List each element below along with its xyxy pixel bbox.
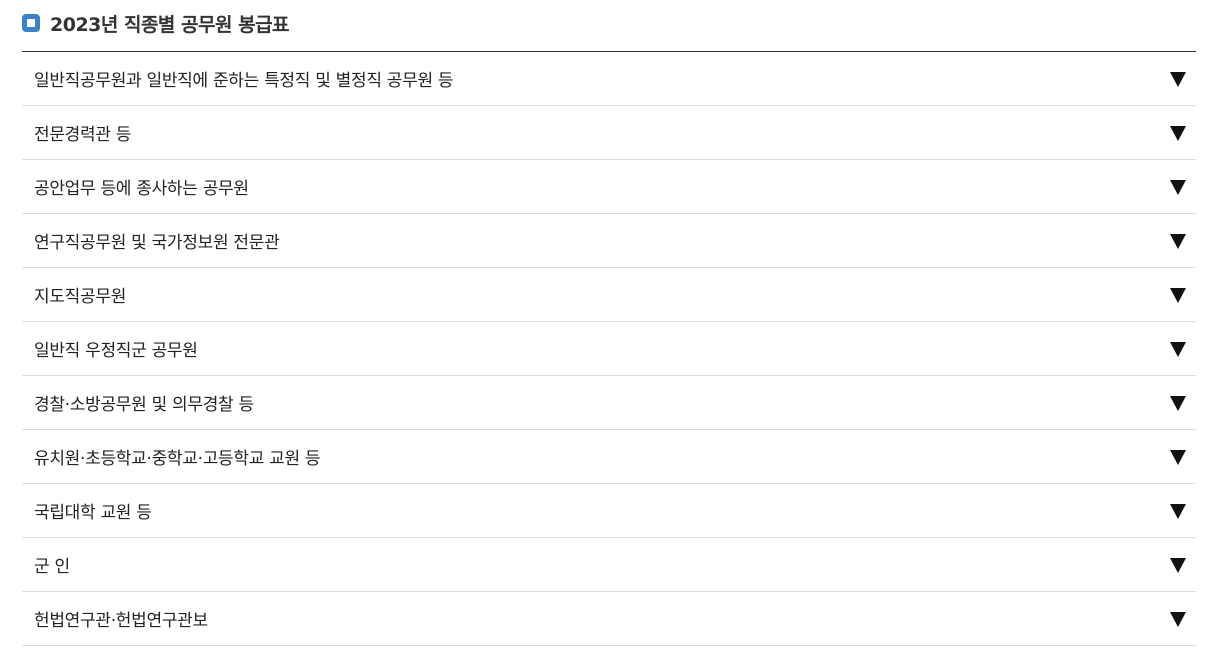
accordion-item-military[interactable]: 군 인 [22,538,1196,592]
triangle-down-icon[interactable] [1170,342,1186,357]
triangle-down-icon[interactable] [1170,396,1186,411]
accordion-item-general-civil-servants[interactable]: 일반직공무원과 일반직에 준하는 특정직 및 별정직 공무원 등 [22,52,1196,106]
page-title: 2023년 직종별 공무원 봉급표 [50,13,290,36]
accordion-item-police-fire[interactable]: 경찰·소방공무원 및 의무경찰 등 [22,376,1196,430]
accordion-item-professional-careers[interactable]: 전문경력관 등 [22,106,1196,160]
triangle-down-icon[interactable] [1170,612,1186,627]
triangle-down-icon[interactable] [1170,450,1186,465]
accordion-item-label: 전문경력관 등 [34,125,132,145]
accordion-item-research-officials[interactable]: 연구직공무원 및 국가정보원 전문관 [22,214,1196,268]
accordion-item-label: 지도직공무원 [34,287,127,307]
square-bullet-icon [22,14,40,32]
accordion-item-label: 공안업무 등에 종사하는 공무원 [34,179,249,199]
accordion-item-guidance-officials[interactable]: 지도직공무원 [22,268,1196,322]
accordion-item-postal-officials[interactable]: 일반직 우정직군 공무원 [22,322,1196,376]
accordion-item-university-faculty[interactable]: 국립대학 교원 등 [22,484,1196,538]
accordion-item-label: 헌법연구관·헌법연구관보 [34,611,208,631]
triangle-down-icon[interactable] [1170,180,1186,195]
salary-table-accordion: 일반직공무원과 일반직에 준하는 특정직 및 별정직 공무원 등 전문경력관 등… [22,51,1196,646]
accordion-item-label: 일반직 우정직군 공무원 [34,341,198,361]
triangle-down-icon[interactable] [1170,126,1186,141]
accordion-item-label: 유치원·초등학교·중학교·고등학교 교원 등 [34,449,321,469]
triangle-down-icon[interactable] [1170,72,1186,87]
section-header: 2023년 직종별 공무원 봉급표 [22,8,290,38]
accordion-item-public-security[interactable]: 공안업무 등에 종사하는 공무원 [22,160,1196,214]
triangle-down-icon[interactable] [1170,288,1186,303]
accordion-item-label: 군 인 [34,557,70,577]
triangle-down-icon[interactable] [1170,234,1186,249]
triangle-down-icon[interactable] [1170,558,1186,573]
accordion-item-constitutional-researchers[interactable]: 헌법연구관·헌법연구관보 [22,592,1196,646]
accordion-item-school-teachers[interactable]: 유치원·초등학교·중학교·고등학교 교원 등 [22,430,1196,484]
accordion-item-label: 국립대학 교원 등 [34,503,152,523]
triangle-down-icon[interactable] [1170,504,1186,519]
accordion-item-label: 연구직공무원 및 국가정보원 전문관 [34,233,280,253]
page: 2023년 직종별 공무원 봉급표 일반직공무원과 일반직에 준하는 특정직 및… [0,0,1221,659]
accordion-item-label: 경찰·소방공무원 및 의무경찰 등 [34,395,254,415]
accordion-item-label: 일반직공무원과 일반직에 준하는 특정직 및 별정직 공무원 등 [34,71,454,91]
